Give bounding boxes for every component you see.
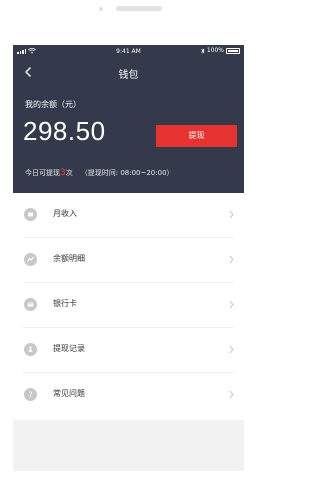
withdraw-today-suffix: 次 (65, 169, 73, 177)
wallet-menu: 月收入 余额明细 银行卡 提现记录 ? 常见问题 (13, 193, 244, 418)
chevron-right-icon (229, 255, 234, 264)
balance-label: 我的余额（元） (25, 100, 81, 109)
coin-icon (24, 208, 37, 221)
battery-icon (226, 47, 240, 54)
withdraw-time: （提现时间: 08:00~20:00） (80, 169, 174, 177)
balance-amount: 298.50 (23, 116, 106, 146)
withdraw-button[interactable]: 提现 (156, 125, 237, 147)
status-bar: 9:41 AM 100% (13, 45, 244, 58)
record-icon (24, 343, 37, 356)
footer-area (13, 420, 244, 471)
menu-item-label: 提现记录 (53, 344, 85, 353)
bank-card-icon (24, 298, 37, 311)
menu-item-balance-detail[interactable]: 余额明细 (13, 238, 244, 283)
wallet-header: 9:41 AM 100% 钱包 我的余额（元） 298.50 提现 今日可提现3… (13, 45, 244, 193)
question-icon: ? (24, 388, 37, 401)
chevron-right-icon (229, 345, 234, 354)
detail-icon (24, 253, 37, 266)
wallet-screen: 9:41 AM 100% 钱包 我的余额（元） 298.50 提现 今日可提现3… (13, 45, 244, 471)
menu-item-label: 月收入 (53, 209, 77, 218)
menu-item-label: 余额明细 (53, 254, 85, 263)
phone-speaker (116, 6, 162, 11)
menu-item-faq[interactable]: ? 常见问题 (13, 373, 244, 418)
chevron-right-icon (229, 390, 234, 399)
bluetooth-icon (201, 47, 205, 54)
svg-text:?: ? (28, 390, 32, 399)
phone-camera-dot (99, 7, 103, 11)
menu-item-bank-card[interactable]: 银行卡 (13, 283, 244, 328)
withdraw-today-prefix: 今日可提现 (25, 169, 60, 177)
page-title: 钱包 (118, 70, 139, 81)
chevron-right-icon (229, 210, 234, 219)
menu-item-monthly-income[interactable]: 月收入 (13, 193, 244, 238)
menu-item-label: 常见问题 (53, 389, 85, 398)
status-right: 100% (201, 47, 240, 54)
chevron-right-icon (229, 300, 234, 309)
withdraw-info: 今日可提现3次 （提现时间: 08:00~20:00） (25, 168, 174, 178)
menu-item-withdraw-record[interactable]: 提现记录 (13, 328, 244, 373)
battery-percentage: 100% (206, 47, 224, 54)
menu-item-label: 银行卡 (53, 299, 77, 308)
